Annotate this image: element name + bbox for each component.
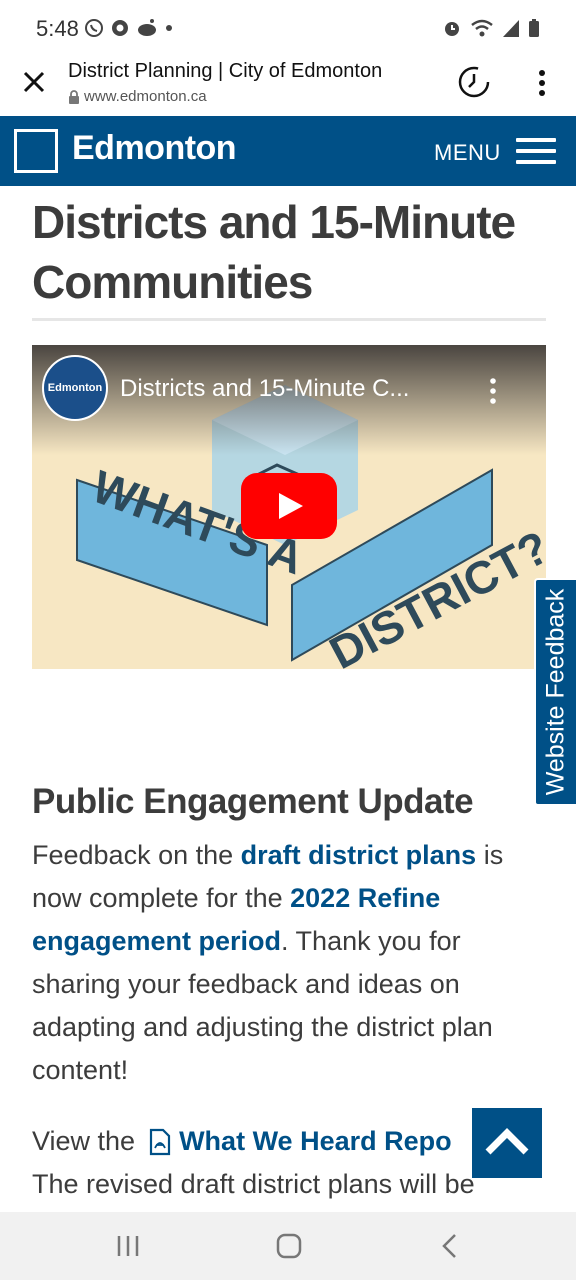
engagement-heading: Public Engagement Update bbox=[32, 782, 474, 821]
close-icon[interactable] bbox=[20, 68, 48, 96]
page-heading: Districts and 15-Minute Communities bbox=[32, 196, 516, 308]
battery-icon bbox=[529, 19, 539, 37]
what-we-heard-report-link[interactable]: What We Heard Repo bbox=[179, 1120, 452, 1163]
play-icon[interactable] bbox=[241, 473, 337, 539]
dot-icon bbox=[166, 25, 172, 31]
menu-label[interactable]: MENU bbox=[434, 140, 501, 166]
text-segment: Feedback on the bbox=[32, 840, 241, 870]
report-line2: The revised draft district plans will be bbox=[32, 1169, 475, 1199]
status-bar: 5:48 bbox=[0, 0, 576, 56]
whatsapp-icon bbox=[85, 19, 103, 37]
site-header: Edmonton MENU bbox=[0, 116, 576, 186]
home-icon[interactable] bbox=[273, 1230, 305, 1262]
reddit-icon bbox=[138, 19, 156, 36]
channel-avatar[interactable]: Edmonton bbox=[42, 355, 108, 421]
alarm-icon bbox=[445, 22, 459, 36]
lock-icon bbox=[69, 89, 79, 104]
draft-district-plans-link[interactable]: draft district plans bbox=[241, 840, 477, 870]
video-embed[interactable]: WHAT'S A DISTRICT? Edmonton Districts an… bbox=[32, 345, 546, 669]
history-icon[interactable] bbox=[456, 64, 492, 100]
chrome-icon bbox=[112, 20, 128, 36]
recent-apps-icon[interactable] bbox=[112, 1230, 144, 1262]
notification-icons bbox=[84, 18, 174, 38]
more-options-icon[interactable] bbox=[530, 68, 554, 98]
video-title[interactable]: Districts and 15-Minute C... bbox=[120, 375, 460, 403]
report-paragraph: View the What We Heard Repo The revised … bbox=[32, 1120, 542, 1206]
chevron-up-icon bbox=[485, 1128, 529, 1155]
page-title: District Planning | City of Edmonton bbox=[68, 60, 383, 82]
browser-toolbar: District Planning | City of Edmonton www… bbox=[0, 56, 576, 116]
back-icon[interactable] bbox=[434, 1230, 466, 1262]
report-prefix: View the bbox=[32, 1126, 136, 1156]
edmonton-logo[interactable]: Edmonton bbox=[72, 129, 237, 168]
url-text: www.edmonton.ca bbox=[84, 88, 207, 105]
status-time: 5:48 bbox=[36, 16, 79, 41]
video-more-icon[interactable] bbox=[486, 377, 500, 405]
logo-mark[interactable] bbox=[14, 129, 58, 173]
signal-icon bbox=[503, 20, 519, 37]
engagement-text: Feedback on the draft district plans is … bbox=[32, 834, 552, 1092]
back-to-top-button[interactable] bbox=[472, 1108, 542, 1178]
feedback-label: Website Feedback bbox=[541, 588, 570, 796]
wifi-icon bbox=[471, 19, 493, 37]
android-nav-bar bbox=[0, 1212, 576, 1280]
website-feedback-tab[interactable]: Website Feedback bbox=[534, 578, 576, 806]
url-display[interactable]: www.edmonton.ca bbox=[68, 88, 207, 105]
hamburger-menu-icon[interactable] bbox=[516, 138, 556, 166]
heading-divider bbox=[32, 318, 546, 321]
system-icons bbox=[442, 18, 540, 38]
pdf-icon bbox=[149, 1128, 171, 1155]
